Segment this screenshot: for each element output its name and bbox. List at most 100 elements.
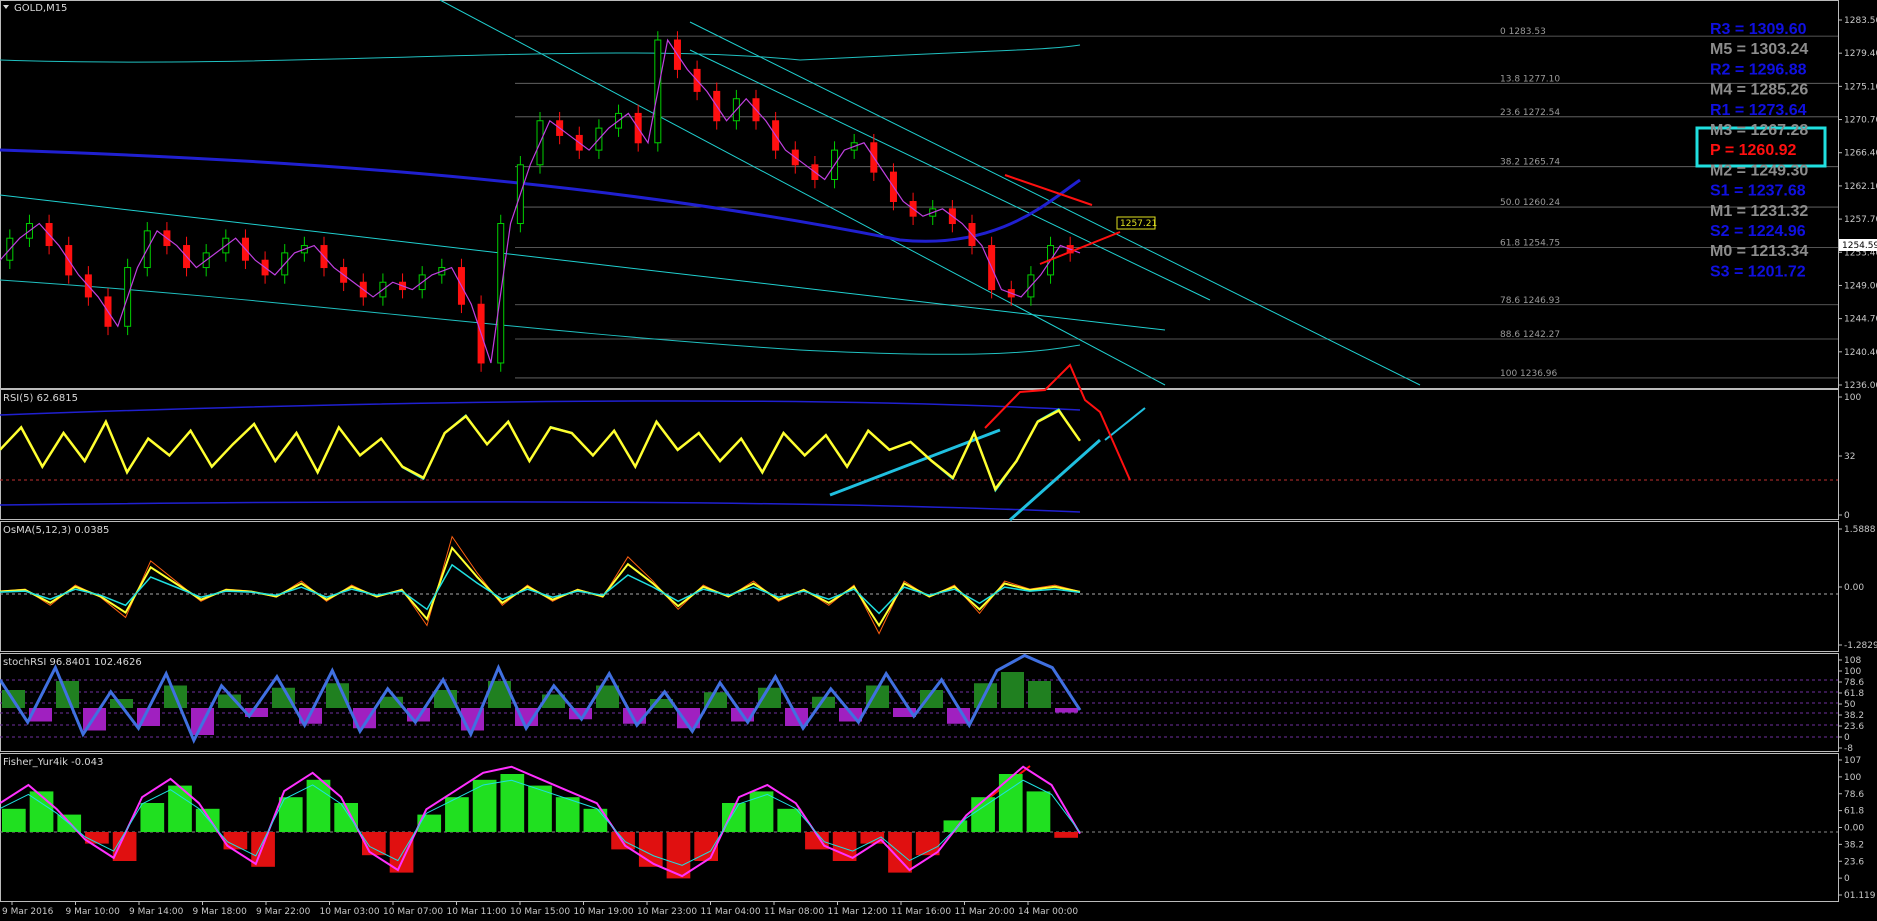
axis-tick-label: 1236.00 xyxy=(1844,381,1877,391)
axis-tick-label: 78.6 xyxy=(1844,678,1864,688)
trading-chart[interactable]: GOLD,M15 0 1283.53 13.8 1277.10 23.6 1272.… xyxy=(0,0,1877,921)
axis-tick-label: 1249.00 xyxy=(1844,281,1877,291)
trend-lines xyxy=(0,0,1421,386)
symbol-dropdown-icon[interactable] xyxy=(3,5,9,9)
time-tick-label: 14 Mar 00:00 xyxy=(1018,907,1078,917)
axis-tick-label: 61.8 xyxy=(1844,807,1864,817)
axis-tick-label: 1257.70 xyxy=(1844,215,1877,225)
price-series xyxy=(0,31,1081,372)
axis-tick-label: 1283.50 xyxy=(1844,16,1877,26)
pivot-label: R1 = 1273.64 xyxy=(1710,102,1807,119)
symbol-title: GOLD,M15 xyxy=(14,3,67,14)
time-tick-label: 9 Mar 22:00 xyxy=(256,907,311,917)
osma-series xyxy=(0,535,1081,635)
fisher-panel: Fisher_Yur4ik -0.043 107 100 78.6 61.8 0.00 3… xyxy=(0,756,1876,901)
histogram-bar xyxy=(2,808,26,832)
axis-tick-label: 1.5888 xyxy=(1844,525,1876,535)
osma-title: OsMA(5,12,3) 0.0385 xyxy=(3,525,109,536)
pivot-label: S1 = 1237.68 xyxy=(1710,183,1806,200)
series-line xyxy=(0,535,1081,635)
axis-tick-label: -8 xyxy=(1844,744,1853,754)
time-tick-label: 11 Mar 20:00 xyxy=(955,907,1015,917)
fibonacci-levels: 0 1283.53 13.8 1277.10 23.6 1272.54 38.2 12… xyxy=(515,27,1838,379)
ma-line xyxy=(0,38,1081,364)
fib-label: 13.8 1277.10 xyxy=(1500,74,1560,84)
rsi-series xyxy=(0,408,1082,493)
pivot-label: M4 = 1285.26 xyxy=(1710,82,1808,99)
axis-tick-label: 50 xyxy=(1844,700,1856,710)
pivot-label: M1 = 1231.32 xyxy=(1710,203,1808,220)
histogram-bar xyxy=(971,797,995,832)
price-axis: 1283.50 1279.40 1275.10 1270.70 1266.40 1262.… xyxy=(1838,16,1877,391)
time-tick-label: 11 Mar 12:00 xyxy=(828,907,888,917)
histogram-bar xyxy=(1028,681,1051,708)
axis-tick-label: 1266.40 xyxy=(1844,149,1877,159)
histogram-bar xyxy=(749,791,774,832)
axis-tick-label: 1270.70 xyxy=(1844,116,1877,126)
axis-tick-label: 1279.40 xyxy=(1844,49,1877,59)
histogram-bar xyxy=(472,779,497,832)
pivot-label: M3 = 1267.28 xyxy=(1710,122,1808,139)
axis-tick-label: 1275.10 xyxy=(1844,82,1877,92)
current-price-label: 1254.59 xyxy=(1842,241,1877,251)
pivot-label: R3 = 1309.60 xyxy=(1710,21,1807,38)
axis-tick-label: 0 xyxy=(1844,733,1850,743)
histogram-bar xyxy=(168,785,192,832)
histogram-bar xyxy=(326,683,349,708)
pivot-label: M5 = 1303.24 xyxy=(1710,41,1808,58)
axis-tick-label: 38.2 xyxy=(1844,840,1864,850)
time-tick-label: 11 Mar 08:00 xyxy=(764,907,824,917)
pivot-label: S2 = 1224.96 xyxy=(1710,223,1806,240)
axis-tick-label: 23.6 xyxy=(1844,722,1864,732)
fib-label: 88.6 1242.27 xyxy=(1500,330,1560,340)
fib-label: 38.2 1265.74 xyxy=(1500,158,1560,168)
time-tick-label: 9 Mar 10:00 xyxy=(66,907,121,917)
axis-tick-label: 78.6 xyxy=(1844,790,1864,800)
pivot-label: M2 = 1249.30 xyxy=(1710,162,1808,179)
axis-tick-label: -1.2829 xyxy=(1844,641,1877,651)
price-panel: GOLD,M15 0 1283.53 13.8 1277.10 23.6 1272.… xyxy=(0,0,1877,391)
fisher-histogram xyxy=(0,765,1081,879)
price-tag-label: 1257.21 xyxy=(1120,219,1157,229)
time-tick-label: 11 Mar 16:00 xyxy=(891,907,951,917)
axis-tick-label: 38.2 xyxy=(1844,711,1864,721)
histogram-bar xyxy=(140,803,165,832)
stochrsi-axis: 10810078.661.85038.223.60-8 xyxy=(1838,656,1864,754)
osma-panel: OsMA(5,12,3) 0.0385 1.5888 0.00 -1.2829 xyxy=(0,525,1877,651)
axis-tick-label: 61.8 xyxy=(1844,689,1864,699)
time-tick-label: 11 Mar 04:00 xyxy=(701,907,761,917)
time-tick-label: 9 Mar 2016 xyxy=(2,907,54,917)
time-tick-label: 10 Mar 11:00 xyxy=(447,907,507,917)
series-line xyxy=(0,653,1082,745)
axis-tick-label: 01.119 xyxy=(1844,891,1876,901)
pivot-label: S3 = 1201.72 xyxy=(1710,263,1806,280)
axis-tick-label: 0.00 xyxy=(1844,824,1864,834)
axis-tick-label: 32 xyxy=(1844,452,1855,462)
axis-tick-label: 1262.10 xyxy=(1844,182,1877,192)
time-tick-label: 10 Mar 23:00 xyxy=(637,907,697,917)
time-tick-label: 10 Mar 19:00 xyxy=(574,907,634,917)
histogram-bar xyxy=(417,814,442,832)
time-tick-label: 10 Mar 07:00 xyxy=(383,907,443,917)
histogram-bar xyxy=(1054,832,1078,838)
fib-label: 50.0 1260.24 xyxy=(1500,198,1560,208)
fib-label: 23.6 1272.54 xyxy=(1500,108,1560,118)
histogram-bar xyxy=(251,832,275,867)
histogram-bar xyxy=(500,774,525,832)
axis-tick-label: 0.00 xyxy=(1844,583,1864,593)
pivot-levels: R3 = 1309.60 M5 = 1303.24 R2 = 1296.88 M4 =… xyxy=(1710,21,1808,280)
axis-tick-label: 108 xyxy=(1844,656,1861,666)
rsi-axis: 100 32 0 xyxy=(1838,393,1861,521)
stochrsi-histogram xyxy=(0,653,1082,745)
fisher-title: Fisher_Yur4ik -0.043 xyxy=(3,757,103,768)
axis-tick-label: 100 xyxy=(1844,667,1861,677)
series-line xyxy=(0,545,1081,628)
axis-tick-label: 100 xyxy=(1844,393,1861,403)
fib-label: 100 1236.96 xyxy=(1500,369,1558,379)
time-tick-label: 10 Mar 03:00 xyxy=(320,907,380,917)
axis-tick-label: 1240.40 xyxy=(1844,348,1877,358)
time-tick-label: 10 Mar 15:00 xyxy=(510,907,570,917)
time-tick-label: 9 Mar 18:00 xyxy=(193,907,248,917)
axis-tick-label: 1244.70 xyxy=(1844,315,1877,325)
axis-tick-label: 23.6 xyxy=(1844,857,1864,867)
